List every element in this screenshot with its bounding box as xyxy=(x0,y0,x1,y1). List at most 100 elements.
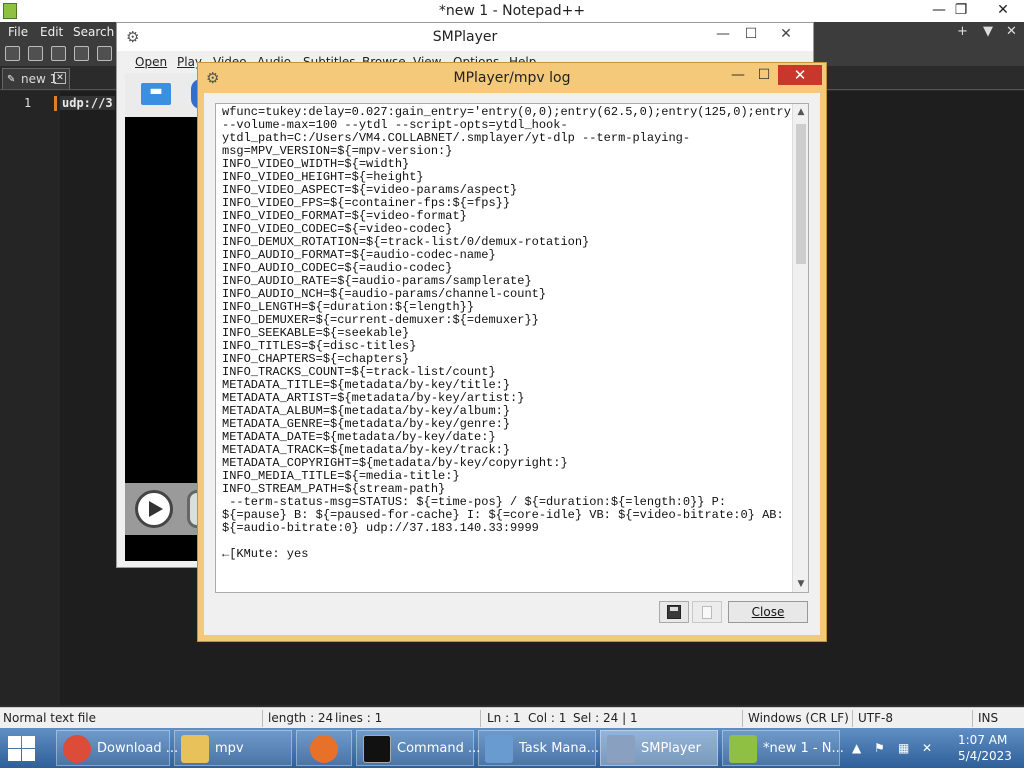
open-folder-icon[interactable]: ▬ xyxy=(141,83,171,105)
seek-bar-area xyxy=(125,535,201,561)
flag-icon[interactable]: ⚑ xyxy=(874,741,888,755)
status-divider xyxy=(972,710,973,727)
status-divider xyxy=(742,710,743,727)
smplayer-maximize-button[interactable]: ☐ xyxy=(737,26,765,42)
taskbar-label: mpv xyxy=(215,741,244,756)
log-scrollbar[interactable]: ▲ ▼ xyxy=(792,104,808,592)
notepad-titlebar: *new 1 - Notepad++ — ❐ ✕ xyxy=(0,0,1024,22)
log-text-area[interactable]: wfunc=tukey:delay=0.027:gain_entry='entr… xyxy=(215,103,809,593)
windows-logo-icon xyxy=(22,749,35,761)
status-file-type: Normal text file xyxy=(3,711,97,725)
status-col: Col : 1 xyxy=(528,711,567,725)
tray-expand-icon[interactable]: ▲ xyxy=(852,741,866,755)
tab-new-1[interactable]: ✎ new 1 ✕ xyxy=(2,68,70,89)
taskbar-command-prompt[interactable]: Command ... xyxy=(356,730,480,766)
taskbar-label: Command ... xyxy=(397,741,481,756)
start-button[interactable] xyxy=(6,734,36,762)
smplayer-minimize-button[interactable]: — xyxy=(709,26,737,42)
status-eol: Windows (CR LF) xyxy=(748,711,849,725)
taskbar-explorer-mpv[interactable]: mpv xyxy=(174,730,292,766)
pencil-icon: ✎ xyxy=(7,74,16,85)
status-mode: INS xyxy=(978,711,999,725)
close-button[interactable]: ✕ xyxy=(988,2,1018,20)
play-button[interactable] xyxy=(135,490,173,528)
taskbar-label: SMPlayer xyxy=(641,741,701,756)
log-body: wfunc=tukey:delay=0.027:gain_entry='entr… xyxy=(204,93,820,635)
scroll-thumb[interactable] xyxy=(796,124,806,264)
play-icon xyxy=(149,501,163,517)
smplayer-menu-open[interactable]: Open xyxy=(135,55,167,69)
status-length: length : 24 xyxy=(268,711,334,725)
firefox-icon xyxy=(310,735,338,763)
menu-edit[interactable]: Edit xyxy=(40,25,63,39)
tab-close-icon[interactable]: ✕ xyxy=(54,72,66,84)
status-divider xyxy=(262,710,263,727)
windows-logo-icon xyxy=(8,749,21,761)
status-sel: Sel : 24 | 1 xyxy=(573,711,638,725)
playback-controls xyxy=(125,483,207,535)
task-manager-icon xyxy=(485,735,513,763)
volume-muted-icon[interactable]: ✕ xyxy=(922,741,936,755)
status-divider xyxy=(480,710,481,727)
taskbar-smplayer[interactable]: SMPlayer xyxy=(600,730,718,766)
network-icon[interactable]: ▦ xyxy=(898,741,912,755)
taskbar-chrome[interactable]: Download ... xyxy=(56,730,178,766)
new-file-icon[interactable] xyxy=(5,46,20,61)
smplayer-close-button[interactable]: ✕ xyxy=(772,26,800,42)
status-ln: Ln : 1 xyxy=(487,711,521,725)
close-button[interactable]: Close xyxy=(728,601,808,623)
save-icon[interactable] xyxy=(51,46,66,61)
menu-search[interactable]: Search xyxy=(73,25,114,39)
menu-file[interactable]: File xyxy=(8,25,28,39)
chrome-icon xyxy=(63,735,91,763)
smplayer-toolbar: ▬ xyxy=(125,73,211,117)
taskbar-label: *new 1 - N... xyxy=(763,741,844,756)
notepad-icon xyxy=(729,735,757,763)
editor-text[interactable]: udp://3 xyxy=(60,96,115,110)
maximize-button[interactable]: ❐ xyxy=(946,2,976,20)
smplayer-titlebar: ⚙ SMPlayer — ☐ ✕ xyxy=(117,23,813,51)
taskbar: Download ... mpv Command ... Task Mana..… xyxy=(0,728,1024,768)
log-minimize-button[interactable]: — xyxy=(724,67,752,87)
taskbar-task-manager[interactable]: Task Mana... xyxy=(478,730,599,766)
log-titlebar: ⚙ MPlayer/mpv log — ☐ ✕ xyxy=(198,63,826,93)
clock-date[interactable]: 5/4/2023 xyxy=(958,749,1012,763)
status-bar: Normal text file length : 24 lines : 1 L… xyxy=(0,707,1024,728)
open-file-icon[interactable] xyxy=(28,46,43,61)
status-encoding: UTF-8 xyxy=(858,711,893,725)
smplayer-icon xyxy=(607,735,635,763)
system-tray: ▲ ⚑ ▦ ✕ 1:07 AM 5/4/2023 xyxy=(848,728,1024,768)
close-file-icon[interactable] xyxy=(97,46,112,61)
taskbar-label: Task Mana... xyxy=(519,741,599,756)
new-tab-button[interactable]: + xyxy=(957,24,968,39)
scroll-up-icon[interactable]: ▲ xyxy=(793,104,808,120)
log-content[interactable]: wfunc=tukey:delay=0.027:gain_entry='entr… xyxy=(222,106,808,561)
close-doc-button[interactable]: ✕ xyxy=(1006,24,1017,39)
video-area[interactable] xyxy=(125,117,201,483)
log-maximize-button[interactable]: ☐ xyxy=(750,67,778,87)
copy-icon xyxy=(702,606,712,619)
save-log-button[interactable] xyxy=(659,601,689,623)
save-all-icon[interactable] xyxy=(74,46,89,61)
status-divider xyxy=(852,710,853,727)
taskbar-label: Download ... xyxy=(97,741,179,756)
windows-logo-icon xyxy=(8,736,21,748)
status-lines: lines : 1 xyxy=(335,711,383,725)
log-close-x-button[interactable]: ✕ xyxy=(778,65,822,85)
copy-log-button[interactable] xyxy=(692,601,722,623)
folder-icon xyxy=(181,735,209,763)
line-number-gutter: 1 xyxy=(0,91,60,705)
taskbar-firefox[interactable] xyxy=(296,730,352,766)
log-dialog: ⚙ MPlayer/mpv log — ☐ ✕ wfunc=tukey:dela… xyxy=(197,62,827,642)
change-marker xyxy=(54,96,57,111)
save-disk-icon xyxy=(667,605,681,619)
clock-time[interactable]: 1:07 AM xyxy=(958,733,1007,747)
tab-list-dropdown-icon[interactable]: ▼ xyxy=(983,24,993,39)
taskbar-notepad[interactable]: *new 1 - N... xyxy=(722,730,844,766)
notepad-title: *new 1 - Notepad++ xyxy=(438,3,586,19)
scroll-down-icon[interactable]: ▼ xyxy=(793,576,808,592)
line-number: 1 xyxy=(24,96,32,110)
windows-logo-icon xyxy=(22,736,35,748)
tab-label: new 1 xyxy=(21,72,58,86)
cmd-icon xyxy=(363,735,391,763)
